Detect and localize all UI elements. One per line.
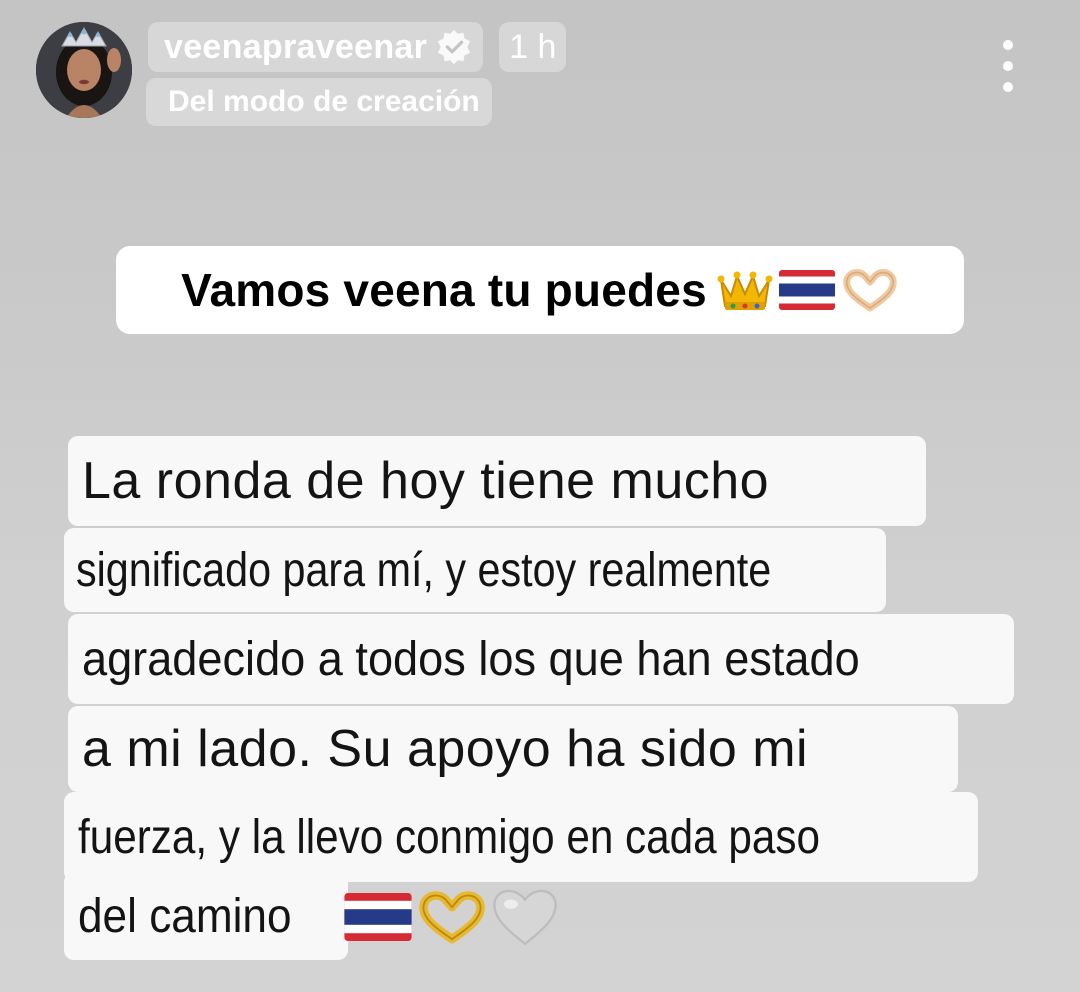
title-sticker: Vamos veena tu puedes <box>116 246 964 334</box>
title-text: Vamos veena tu puedes <box>181 264 707 316</box>
caption-line: fuerza, y la llevo conmigo en cada paso <box>64 792 978 882</box>
menu-dot <box>1003 61 1013 71</box>
caption-line: del camino <box>64 872 348 960</box>
caption-line: La ronda de hoy tiene mucho <box>68 436 926 526</box>
creation-mode-label: Del modo de creación <box>146 78 492 126</box>
caption-end-emojis <box>344 882 560 952</box>
story-header: veenapraveenar 1 h Del modo de creación <box>0 0 1080 140</box>
crown-emoji <box>717 271 773 310</box>
heart-hands-emoji <box>419 891 485 944</box>
avatar[interactable] <box>36 22 132 118</box>
menu-dot <box>1003 40 1013 50</box>
time-ago: 1 h <box>499 22 567 72</box>
caption-line: agradecido a todos los que han estado <box>68 614 1014 704</box>
white-heart-emoji <box>493 889 557 946</box>
thailand-flag-emoji <box>778 270 835 310</box>
menu-dot <box>1003 82 1013 92</box>
title-emojis <box>711 266 899 314</box>
verified-badge-icon <box>438 29 471 65</box>
username[interactable]: veenapraveenar <box>164 28 427 67</box>
thailand-flag-emoji <box>344 893 412 941</box>
heart-hands-emoji <box>843 269 897 312</box>
caption-line: a mi lado. Su apoyo ha sido mi <box>68 706 958 792</box>
more-vertical-icon[interactable] <box>996 40 1020 92</box>
username-chip[interactable]: veenapraveenar <box>148 22 484 72</box>
caption-line: significado para mí, y estoy realmente <box>64 528 886 612</box>
profile-photo <box>36 22 132 118</box>
